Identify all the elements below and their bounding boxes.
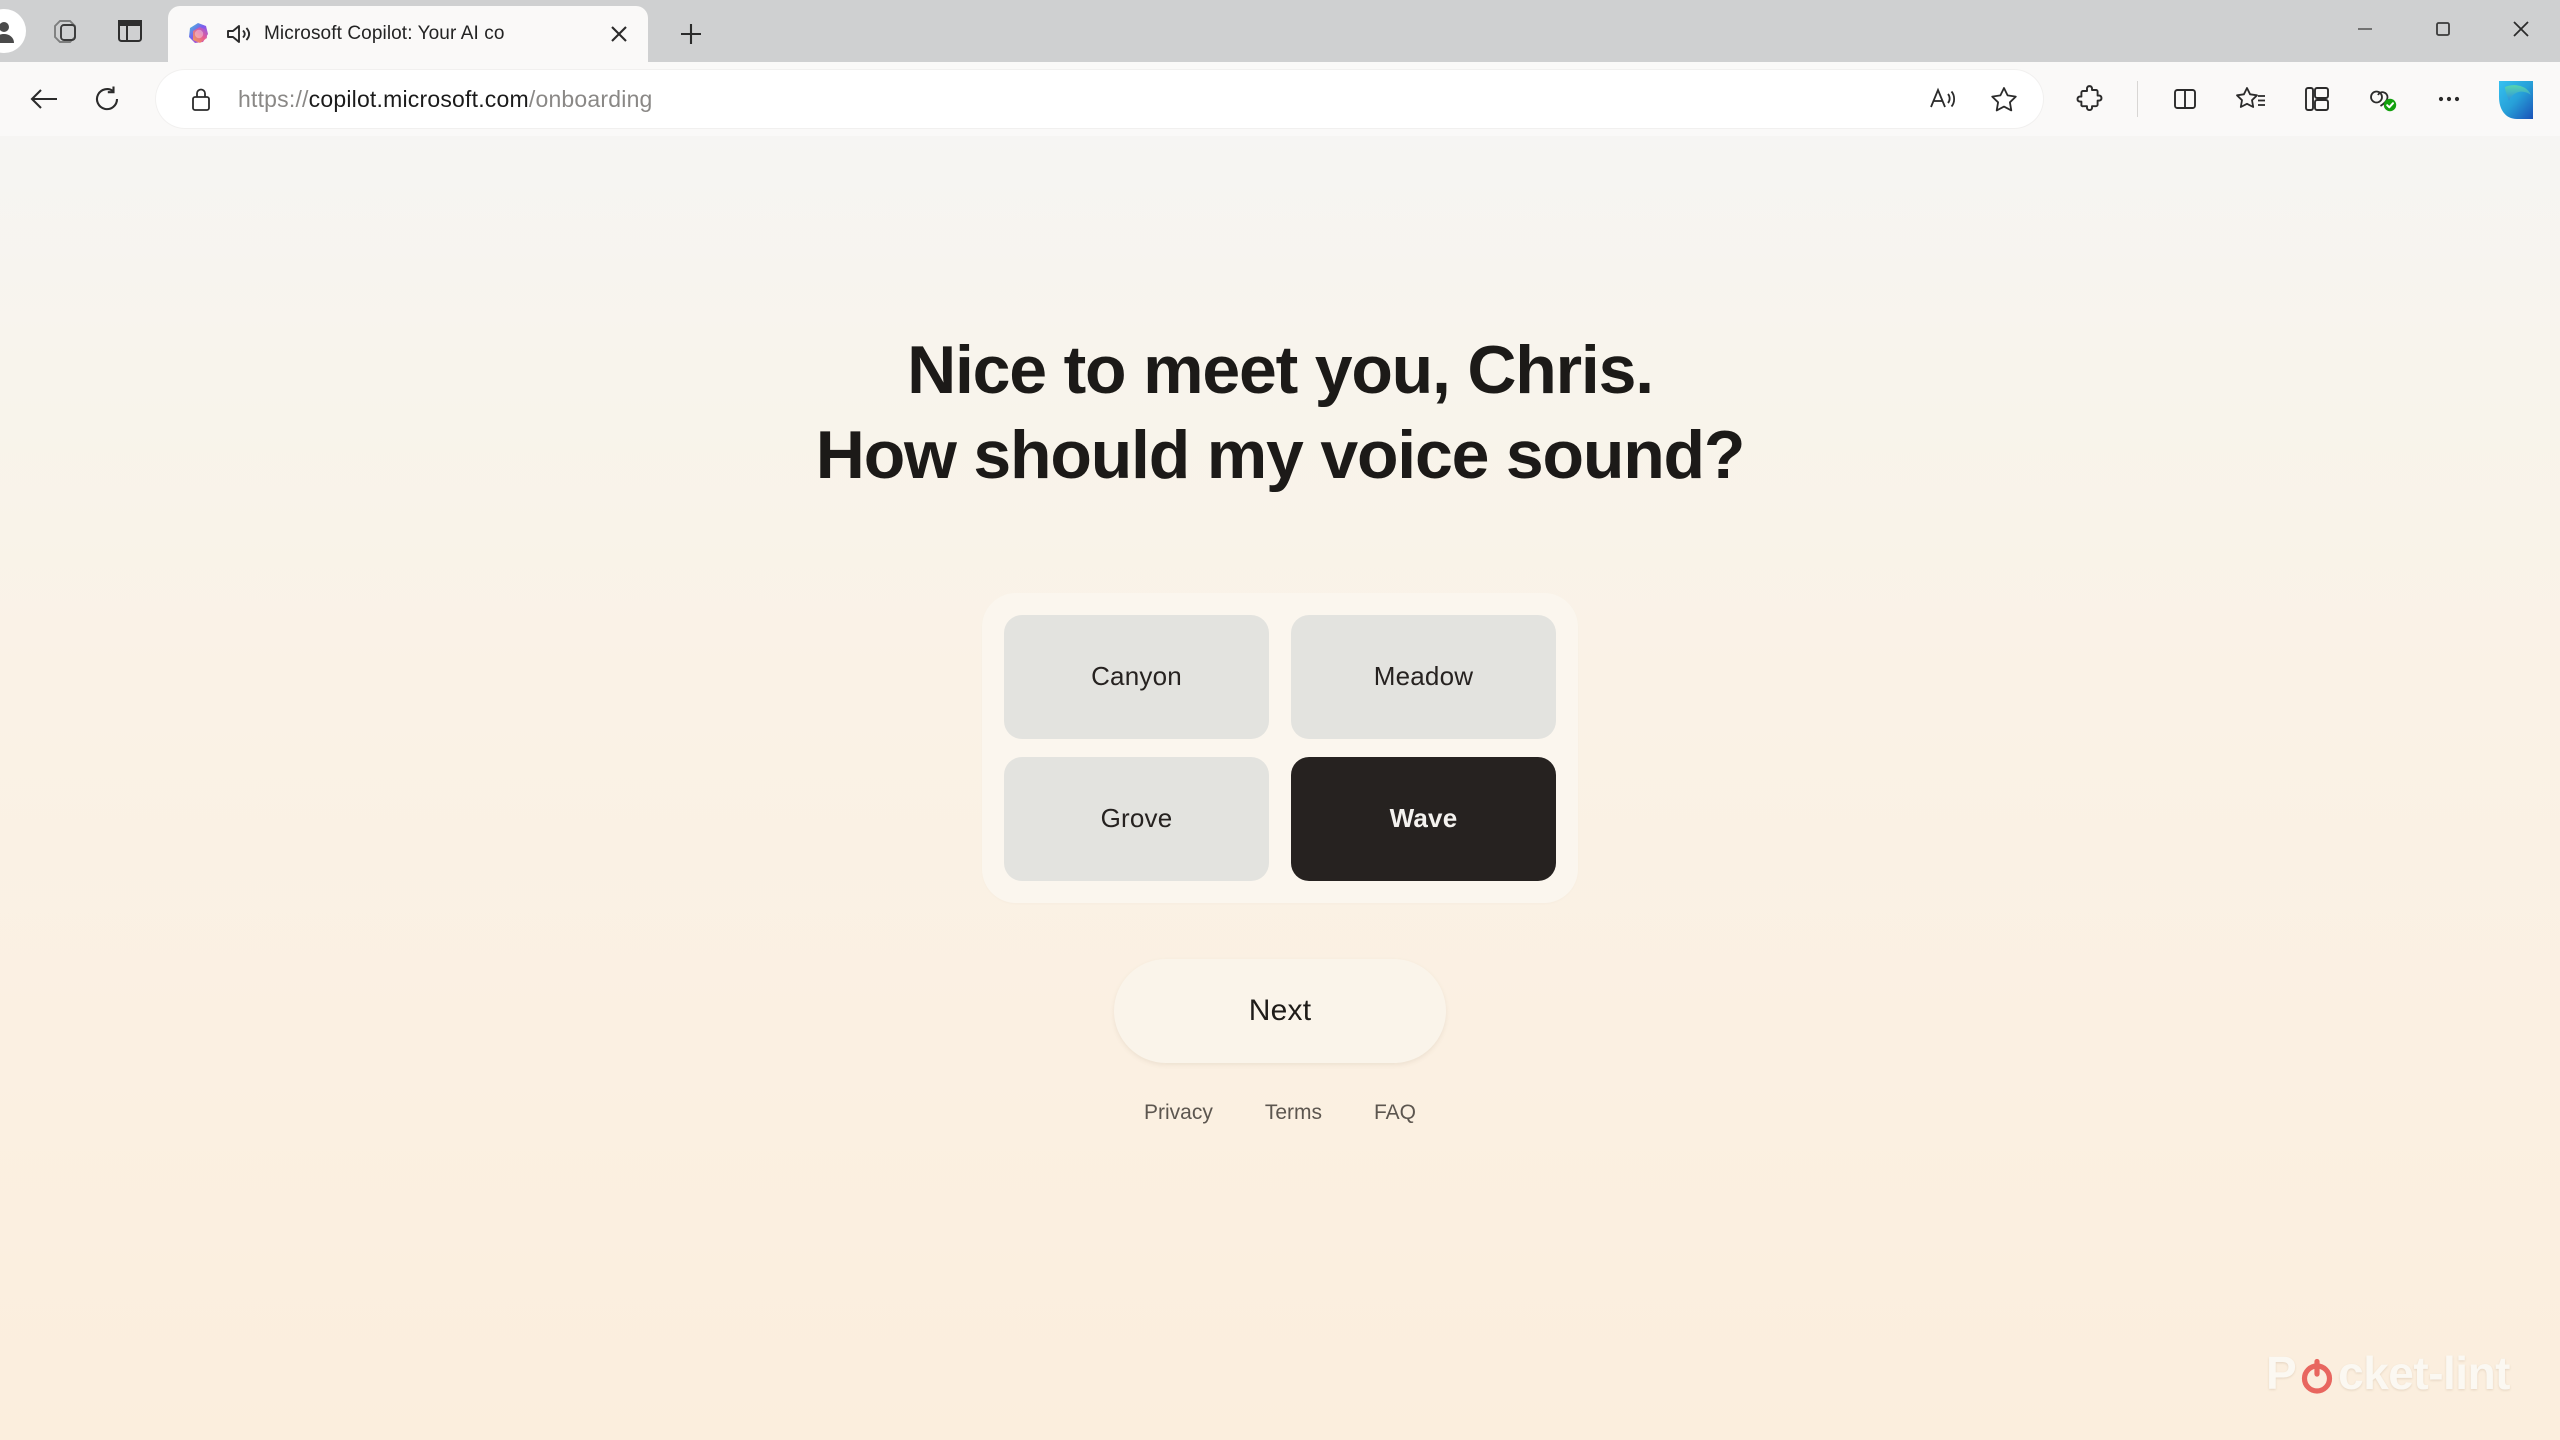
browser-titlebar: Microsoft Copilot: Your AI co [0, 0, 2560, 62]
window-minimize-button[interactable] [2326, 0, 2404, 58]
back-arrow-icon [30, 89, 57, 109]
browser-toolbar: https://copilot.microsoft.com/onboarding [0, 62, 2560, 136]
close-icon [611, 26, 627, 42]
collections-icon [2305, 87, 2329, 111]
toolbar-divider [2137, 81, 2138, 117]
favorite-button[interactable] [1975, 74, 2033, 124]
profile-avatar[interactable] [0, 9, 26, 53]
voice-option-label: Canyon [1091, 661, 1182, 692]
tab-title: Microsoft Copilot: Your AI co [264, 23, 505, 44]
workspaces-cube-icon[interactable] [36, 5, 92, 57]
browser-essentials-button[interactable] [2352, 71, 2414, 127]
read-aloud-icon [1930, 87, 1956, 108]
window-close-button[interactable] [2482, 0, 2560, 58]
url-host: copilot.microsoft.com [308, 85, 529, 112]
titlebar-left-icons: Microsoft Copilot: Your AI co [0, 0, 720, 62]
window-controls [2326, 0, 2560, 58]
reload-icon [95, 86, 119, 111]
voice-option-label: Grove [1100, 803, 1173, 834]
url-path: /onboarding [528, 85, 653, 112]
pocketlint-watermark: P cket-lint [2265, 1346, 2511, 1400]
edge-sidebar-button[interactable] [2484, 71, 2546, 127]
settings-more-icon [2438, 96, 2460, 102]
back-button[interactable] [14, 71, 76, 127]
voice-option-label: Meadow [1373, 661, 1474, 692]
reload-button[interactable] [76, 71, 138, 127]
page-content: Nice to meet you, Chris. How should my v… [0, 136, 2560, 1440]
address-bar[interactable]: https://copilot.microsoft.com/onboarding [156, 70, 2043, 128]
split-screen-icon [2174, 89, 2196, 109]
browser-tab-active[interactable]: Microsoft Copilot: Your AI co [168, 6, 648, 62]
new-tab-button[interactable] [662, 6, 720, 62]
favorites-bar-button[interactable] [2220, 71, 2282, 127]
power-button-icon [2302, 1358, 2333, 1394]
plus-icon [681, 24, 701, 44]
watermark-suffix: cket-lint [2338, 1347, 2510, 1399]
speaker-playing-icon[interactable] [224, 21, 252, 47]
browser-window: Microsoft Copilot: Your AI co https://co… [0, 0, 2560, 1440]
minimize-icon [2358, 28, 2372, 30]
collections-button[interactable] [2286, 71, 2348, 127]
read-aloud-button[interactable] [1913, 74, 1971, 124]
footer-link-privacy[interactable]: Privacy [1144, 1101, 1213, 1125]
onboarding-container: Nice to meet you, Chris. How should my v… [0, 136, 2560, 1440]
next-button[interactable]: Next [1114, 958, 1446, 1063]
avatar-person-icon [0, 22, 14, 43]
address-bar-actions [1913, 74, 2033, 124]
voice-option-wave[interactable]: Wave [1291, 756, 1556, 881]
url-scheme: https:// [238, 85, 309, 112]
edge-sidebar-icon [2499, 81, 2533, 119]
page-title: Nice to meet you, Chris. How should my v… [815, 332, 1746, 507]
voice-option-canyon[interactable]: Canyon [1004, 614, 1269, 739]
url-text[interactable]: https://copilot.microsoft.com/onboarding [224, 86, 1913, 113]
star-icon [1991, 87, 2017, 112]
voice-options-panel: Canyon Meadow Grove Wave [982, 592, 1578, 903]
headline-line-1: Nice to meet you, Chris. [907, 332, 1654, 408]
voice-option-label: Wave [1389, 803, 1458, 834]
extensions-button[interactable] [2059, 71, 2121, 127]
voice-option-meadow[interactable]: Meadow [1291, 614, 1556, 739]
watermark-prefix: P [2265, 1347, 2297, 1399]
copilot-favicon [189, 23, 208, 43]
maximize-icon [2436, 22, 2450, 36]
tab-strip: Microsoft Copilot: Your AI co [168, 0, 720, 62]
tab-close-button[interactable] [600, 15, 638, 53]
favorites-list-icon [2236, 87, 2265, 108]
copilot-shield-icon [2370, 90, 2397, 112]
site-security-button[interactable] [178, 76, 224, 122]
footer-link-terms[interactable]: Terms [1265, 1101, 1322, 1125]
close-icon [2513, 21, 2529, 37]
footer-links: Privacy Terms FAQ [1144, 1101, 1416, 1125]
lock-icon [192, 88, 210, 111]
settings-more-button[interactable] [2418, 71, 2480, 127]
split-screen-button[interactable] [2154, 71, 2216, 127]
headline-line-2: How should my voice sound? [815, 417, 1746, 494]
footer-link-faq[interactable]: FAQ [1374, 1101, 1416, 1125]
extensions-icon [2076, 85, 2103, 112]
window-maximize-button[interactable] [2404, 0, 2482, 58]
tab-actions-icon[interactable] [102, 5, 158, 57]
toolbar-right-actions [2059, 71, 2546, 127]
voice-option-grove[interactable]: Grove [1004, 756, 1269, 881]
